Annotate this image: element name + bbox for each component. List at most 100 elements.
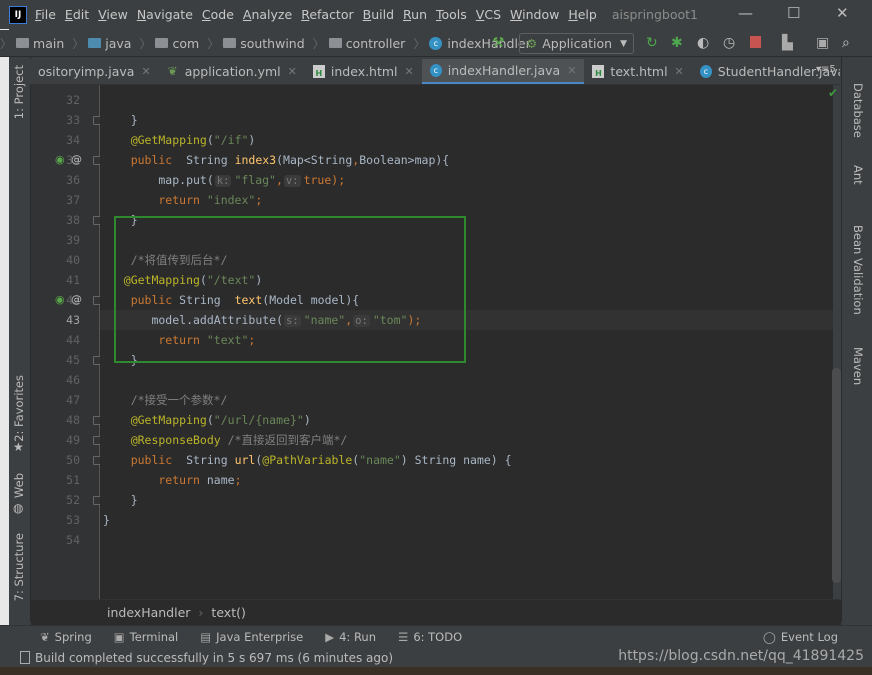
menu-build[interactable]: Build	[363, 7, 394, 22]
nav-crumb-java[interactable]: java	[88, 35, 131, 52]
line-number: 51	[66, 473, 80, 487]
code-token: }	[103, 493, 138, 507]
code-token: );	[331, 173, 346, 187]
status-message: Build completed successfully in 5 s 697 …	[35, 650, 394, 665]
tab-ositoryimp-java[interactable]: cositoryimp.java✕	[30, 59, 159, 84]
nav-crumb-controller[interactable]: controller	[328, 35, 406, 52]
line-number: 32	[66, 93, 80, 107]
build-hammer-icon[interactable]: ⚒	[492, 35, 505, 51]
chevron-right-icon: 〉	[207, 36, 220, 51]
code-line: }	[103, 110, 138, 130]
tab-text-html[interactable]: Htext.html ✕	[584, 59, 691, 84]
menu-view[interactable]: View	[98, 7, 128, 22]
tab-index-html[interactable]: Hindex.html ✕	[305, 59, 422, 84]
minimize-button[interactable]: —	[738, 4, 753, 22]
toolwindow-6-todo[interactable]: ☰ 6: TODO	[398, 630, 462, 644]
chevron-right-icon: 〉	[413, 36, 426, 51]
stop-icon[interactable]	[750, 36, 761, 48]
tool-maven[interactable]: Maven	[851, 347, 865, 385]
breadcrumb-method[interactable]: text()	[211, 605, 245, 620]
menu-code[interactable]: Code	[202, 7, 234, 22]
tool-project[interactable]: 1: Project	[12, 65, 26, 119]
nav-crumb-southwind[interactable]: southwind	[223, 35, 305, 52]
folder-icon	[155, 38, 169, 48]
code-line: map.put(k: "flag", v: true);	[103, 170, 345, 190]
maximize-button[interactable]: ☐	[787, 4, 800, 22]
menu-file[interactable]: File	[35, 7, 56, 22]
toolwindow-icon: ☰	[398, 630, 409, 644]
status-toggle-icon[interactable]	[20, 651, 30, 664]
inspection-ok-check-icon: ✔	[828, 86, 839, 100]
menu-analyze[interactable]: Analyze	[243, 7, 292, 22]
vertical-scrollbar[interactable]	[832, 368, 841, 583]
menu-run[interactable]: Run	[403, 7, 427, 22]
spring-mapping-icon[interactable]: ◉	[55, 150, 65, 170]
line-number: 48	[66, 413, 80, 427]
nav-crumb-com[interactable]: com	[155, 35, 199, 52]
tool-bean-validation[interactable]: Bean Validation	[851, 225, 865, 315]
profile-icon[interactable]: ◷	[723, 35, 735, 51]
annotation-at-icon[interactable]: @	[71, 150, 82, 170]
tool-favorites[interactable]: 2: Favorites	[12, 375, 26, 442]
editor-breadcrumb: indexHandler › text()	[31, 599, 841, 625]
menu-tools[interactable]: Tools	[436, 7, 467, 22]
nav-crumb-indexHandler[interactable]: c indexHandler	[429, 35, 531, 52]
tab-indexhandler-java[interactable]: c indexHandler.java ✕	[421, 59, 585, 84]
chevron-right-icon: 〉	[72, 36, 85, 51]
code-token: true	[303, 173, 332, 187]
line-number: 38	[66, 213, 80, 227]
menu-refactor[interactable]: Refactor	[301, 7, 353, 22]
menu-help[interactable]: Help	[568, 7, 597, 22]
menu-window[interactable]: Window	[510, 7, 559, 22]
breadcrumb-class[interactable]: indexHandler	[107, 605, 190, 620]
spring-mapping-icon[interactable]: ◉	[55, 290, 65, 310]
nav-crumb-main[interactable]: main	[16, 35, 64, 52]
code-token: ) String name) {	[400, 453, 512, 467]
tab-overflow-button[interactable]: ▾≡5	[816, 64, 836, 75]
close-tab-icon[interactable]: ✕	[141, 65, 150, 78]
code-token: String	[186, 153, 235, 167]
close-tab-icon[interactable]: ✕	[567, 64, 576, 77]
tool-structure[interactable]: 7: Structure	[12, 533, 26, 601]
code-token: /*接受一个参数*/	[103, 393, 228, 407]
tool-ant[interactable]: Ant	[851, 165, 865, 185]
line-number: 50	[66, 453, 80, 467]
tool-web[interactable]: Web	[12, 473, 26, 498]
toolwindow-4-run[interactable]: ▶ 4: Run	[325, 630, 376, 644]
code-line: @ResponseBody /*直接返回到客户端*/	[103, 430, 348, 450]
debug-bug-icon[interactable]: ✱	[671, 35, 683, 51]
close-tab-icon[interactable]: ✕	[675, 65, 684, 78]
close-tab-icon[interactable]: ✕	[405, 65, 414, 78]
line-number: 45	[66, 353, 80, 367]
event-log-button[interactable]: ◯ Event Log	[763, 630, 838, 644]
annotation-at-icon[interactable]: @	[71, 290, 82, 310]
menu-edit[interactable]: Edit	[65, 7, 89, 22]
tool-database[interactable]: Database	[851, 83, 865, 138]
toolwindow-terminal[interactable]: ▣ Terminal	[114, 630, 178, 644]
search-icon[interactable]: ⌕	[842, 35, 850, 51]
project-structure-icon[interactable]: ▙	[782, 35, 793, 51]
code-line: @GetMapping("/if")	[103, 130, 256, 150]
close-tab-icon[interactable]: ✕	[288, 65, 297, 78]
tab-application-yml[interactable]: ❦ application.yml ✕	[159, 59, 305, 84]
html-icon: H	[592, 65, 605, 78]
close-button[interactable]: ✕	[836, 4, 849, 22]
menu-navigate[interactable]: Navigate	[137, 7, 193, 22]
toolwindow-label: Terminal	[129, 630, 179, 644]
menu-vcs[interactable]: VCS	[476, 7, 501, 22]
toggle-window-icon[interactable]: ▣	[816, 35, 829, 51]
code-token: ;	[234, 473, 242, 487]
toolwindow-label: Spring	[54, 630, 92, 644]
code-token: name	[206, 473, 235, 487]
rerun-icon[interactable]: ↻	[646, 35, 658, 51]
folder-icon	[328, 38, 342, 48]
folder-icon	[16, 38, 30, 48]
code-token: )	[248, 133, 256, 147]
toolwindow-label: 4: Run	[339, 630, 376, 644]
toolwindow-java-enterprise[interactable]: ▤ Java Enterprise	[200, 630, 303, 644]
crumb-label: controller	[345, 35, 406, 51]
run-coverage-icon[interactable]: ◐	[697, 35, 709, 51]
toolwindow-spring[interactable]: ❦ Spring	[40, 630, 92, 644]
crumb-label: main	[33, 35, 65, 51]
run-configuration-select[interactable]: ⚙ Application ▼	[519, 33, 634, 54]
